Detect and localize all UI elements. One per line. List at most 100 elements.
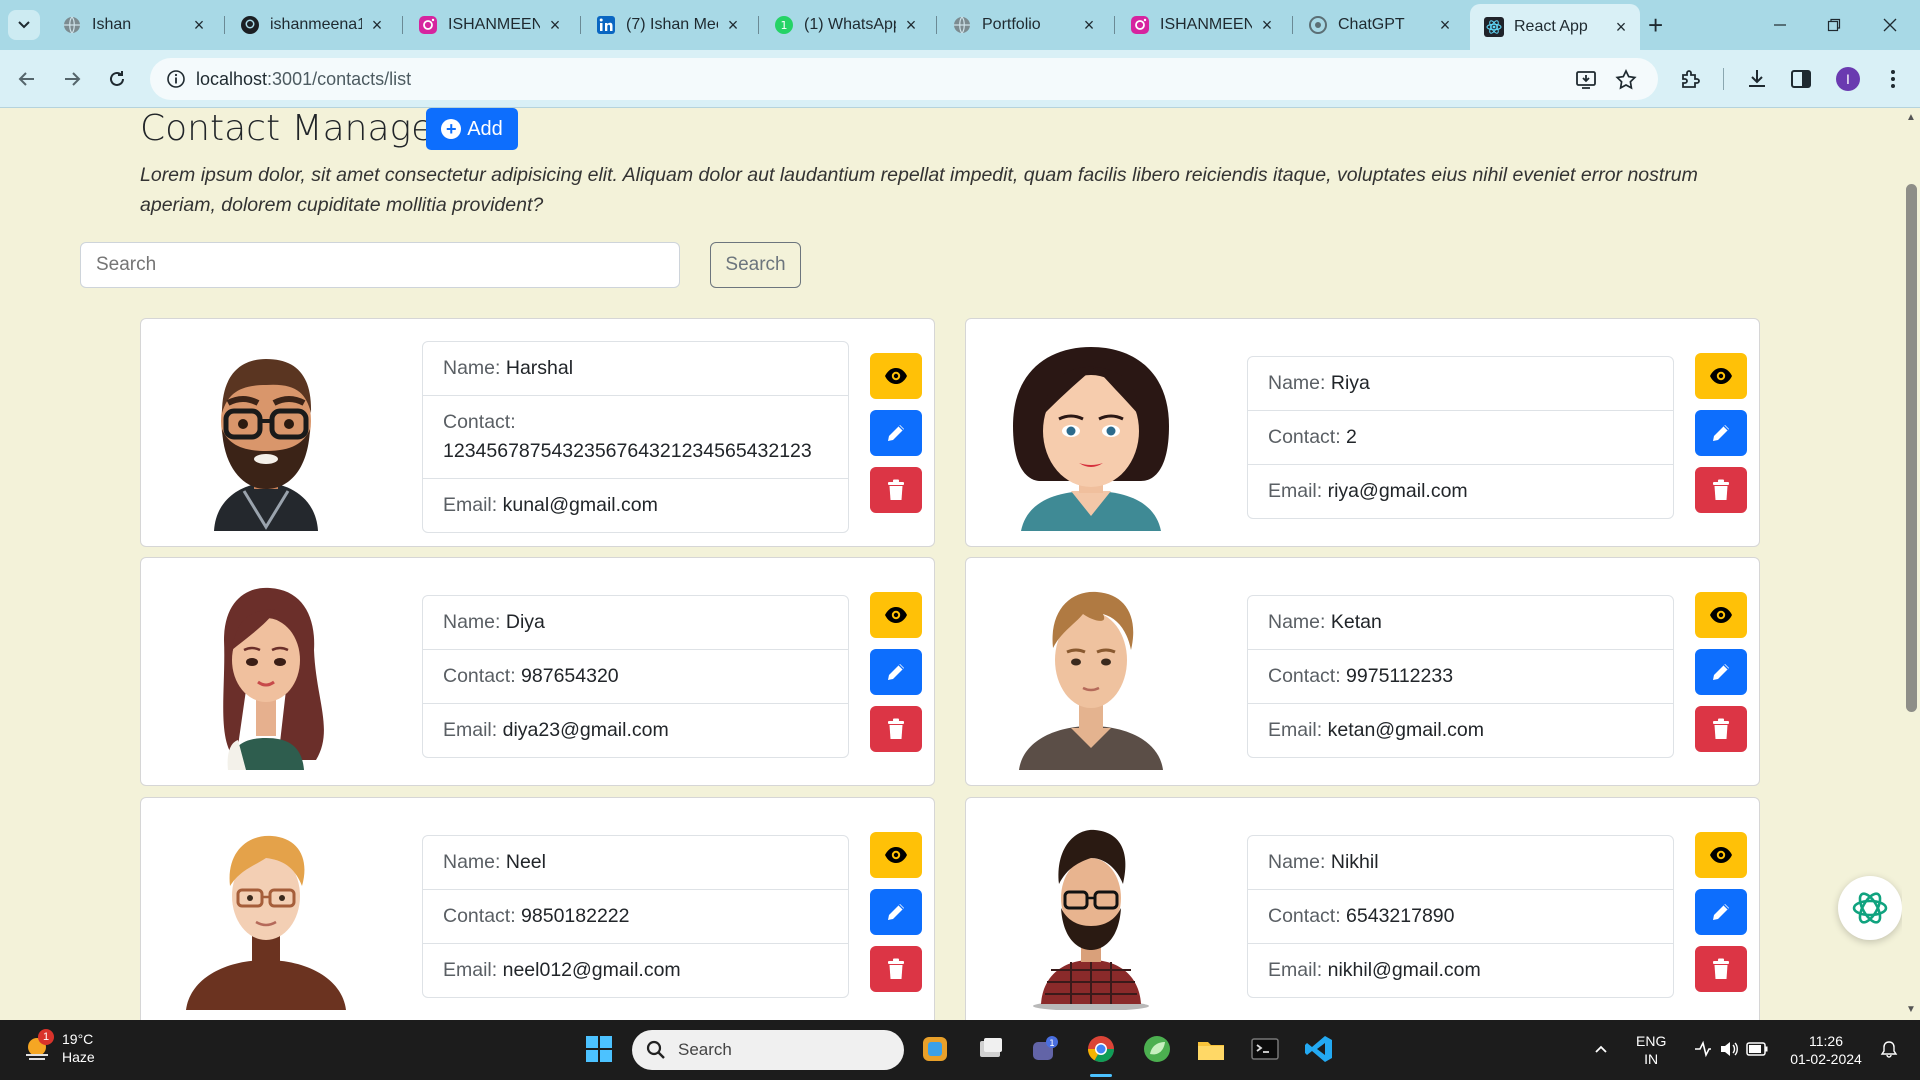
new-tab-button[interactable]: + [1648, 12, 1663, 38]
side-panel-button[interactable] [1788, 66, 1814, 92]
clock[interactable]: 11:26 01-02-2024 [1786, 1032, 1866, 1068]
contact-card: Name: Nikhil Contact: 6543217890 Email: … [965, 797, 1760, 1020]
app-leaf-taskbar-icon[interactable] [1140, 1032, 1174, 1066]
contact-card: Name: Riya Contact: 2 Email: riya@gmail.… [965, 318, 1760, 547]
edit-contact-button[interactable] [1695, 410, 1747, 456]
side-panel-icon [1791, 70, 1811, 88]
edit-contact-button[interactable] [1695, 649, 1747, 695]
tab-7[interactable]: ChatGPT × [1294, 8, 1464, 42]
close-icon[interactable]: × [368, 15, 386, 35]
contact-name: Harshal [505, 357, 574, 379]
weather-widget[interactable]: 1 19°C Haze [22, 1029, 95, 1066]
close-icon[interactable]: × [1080, 15, 1098, 35]
extensions-button[interactable] [1678, 66, 1704, 92]
close-window-button[interactable] [1870, 10, 1910, 40]
close-icon[interactable]: × [1258, 15, 1276, 35]
delete-contact-button[interactable] [870, 467, 922, 513]
close-icon[interactable]: × [546, 15, 564, 35]
contact-name-row: Name: Harshal [423, 342, 848, 396]
edit-contact-button[interactable] [870, 410, 922, 456]
contact-phone-row: Contact: 6543217890 [1248, 890, 1673, 944]
react-icon [1484, 17, 1504, 37]
tab-0[interactable]: Ishan × [48, 8, 218, 42]
profile-avatar[interactable]: I [1836, 67, 1860, 91]
edit-contact-button[interactable] [1695, 889, 1747, 935]
scrollbar-thumb[interactable] [1906, 184, 1917, 712]
notification-center[interactable] [1872, 1032, 1906, 1066]
site-info-icon[interactable] [166, 69, 186, 89]
tab-6[interactable]: ISHANMEENA × [1116, 8, 1286, 42]
close-icon[interactable]: × [724, 15, 742, 35]
close-icon[interactable]: × [902, 15, 920, 35]
view-contact-button[interactable] [1695, 353, 1747, 399]
teams-taskbar-icon[interactable]: 1 [1028, 1032, 1062, 1066]
contact-phone: 6543217890 [1346, 905, 1455, 927]
delete-contact-button[interactable] [870, 706, 922, 752]
edit-contact-button[interactable] [870, 649, 922, 695]
battery-icon [1746, 1042, 1768, 1056]
contact-details: Name: Riya Contact: 2 Email: riya@gmail.… [1247, 356, 1674, 519]
folder-icon [1198, 1042, 1224, 1060]
chatgpt-floating-button[interactable] [1838, 876, 1902, 940]
file-explorer-taskbar-icon[interactable] [1194, 1032, 1228, 1066]
delete-contact-button[interactable] [870, 946, 922, 992]
tab-5[interactable]: Portfolio × [938, 8, 1108, 42]
speaker-icon [1721, 1042, 1738, 1056]
search-button[interactable]: Search [710, 242, 801, 288]
chatgpt-icon [1852, 892, 1888, 924]
view-contact-button[interactable] [1695, 592, 1747, 638]
start-button[interactable] [582, 1032, 616, 1066]
copilot-taskbar-icon[interactable] [918, 1032, 952, 1066]
view-contact-button[interactable] [870, 832, 922, 878]
delete-contact-button[interactable] [1695, 946, 1747, 992]
battery-icon[interactable] [1740, 1032, 1774, 1066]
tab-3[interactable]: (7) Ishan Mee × [582, 8, 752, 42]
tab-title: ChatGPT [1338, 16, 1405, 33]
contact-email: neel012@gmail.com [502, 959, 681, 981]
globe-icon [954, 16, 970, 34]
contact-phone: 12345678754323567643212345654321​23 [443, 440, 812, 462]
install-app-icon[interactable] [1574, 68, 1598, 92]
view-contact-button[interactable] [870, 353, 922, 399]
close-icon[interactable]: × [1612, 17, 1630, 37]
tab-2[interactable]: ISHANMEENA × [404, 8, 574, 42]
search-input[interactable] [80, 242, 680, 288]
contact-label: Contact: [1268, 665, 1347, 687]
scroll-down-arrow[interactable]: ▼ [1906, 1004, 1916, 1015]
view-contact-button[interactable] [870, 592, 922, 638]
vscode-taskbar-icon[interactable] [1302, 1032, 1336, 1066]
task-view-icon[interactable] [974, 1032, 1008, 1066]
page-scrollbar[interactable]: ▲ ▼ [1902, 108, 1920, 1020]
tray-overflow-button[interactable] [1584, 1032, 1618, 1066]
delete-contact-button[interactable] [1695, 706, 1747, 752]
edit-contact-button[interactable] [870, 889, 922, 935]
star-bookmark-icon[interactable] [1614, 68, 1638, 92]
chrome-taskbar-icon[interactable] [1084, 1032, 1118, 1066]
tab-4[interactable]: 1 (1) WhatsApp × [760, 8, 930, 42]
contact-details: Name: Nikhil Contact: 6543217890 Email: … [1247, 835, 1674, 998]
close-icon[interactable]: × [1436, 15, 1454, 35]
restore-button[interactable] [1814, 10, 1854, 40]
tab-strip: Ishan × ishanmeena1 × ISHANMEENA × (7) I… [0, 0, 1920, 50]
tab-search-button[interactable] [8, 10, 40, 40]
minimize-button[interactable] [1760, 10, 1800, 40]
tab-1[interactable]: ishanmeena1 × [226, 8, 396, 42]
address-bar[interactable]: localhost:3001/contacts/list [150, 58, 1658, 100]
contact-email-row: Email: riya@gmail.com [1248, 465, 1673, 518]
downloads-button[interactable] [1744, 66, 1770, 92]
close-icon[interactable]: × [190, 15, 208, 35]
reload-button[interactable] [100, 62, 134, 96]
delete-contact-button[interactable] [1695, 467, 1747, 513]
back-button[interactable] [10, 62, 44, 96]
menu-button[interactable] [1880, 66, 1906, 92]
url-text[interactable]: localhost:3001/contacts/list [196, 69, 411, 90]
view-contact-button[interactable] [1695, 832, 1747, 878]
add-contact-button[interactable]: + Add [426, 108, 518, 150]
language-indicator[interactable]: ENG IN [1636, 1032, 1666, 1068]
forward-button[interactable] [55, 62, 89, 96]
scroll-up-arrow[interactable]: ▲ [1906, 112, 1916, 123]
taskbar-search[interactable]: Search [632, 1030, 904, 1070]
contact-label: Contact: [1268, 426, 1347, 448]
tab-8-active[interactable]: React App × [1470, 4, 1640, 50]
terminal-taskbar-icon[interactable] [1248, 1032, 1282, 1066]
